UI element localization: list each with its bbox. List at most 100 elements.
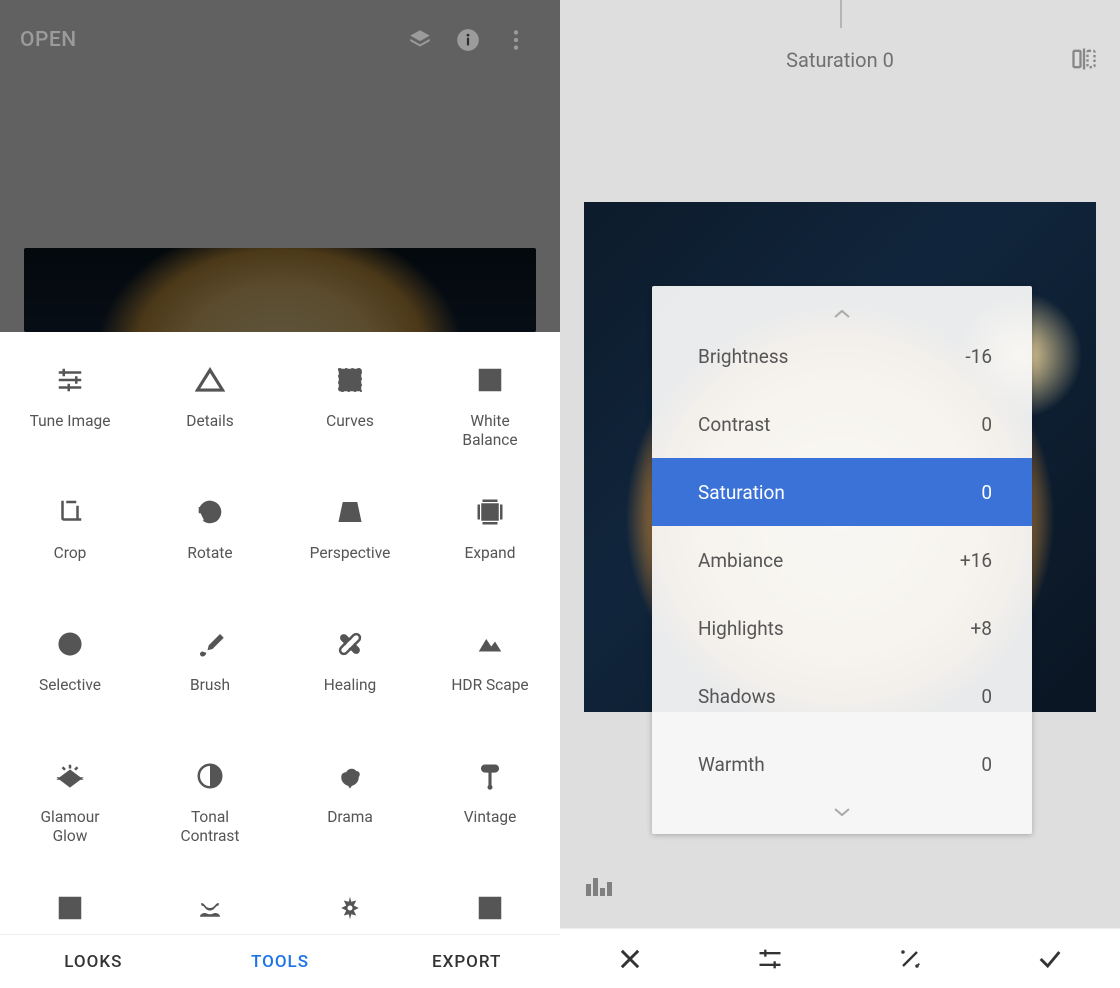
param-row-saturation[interactable]: Saturation0 xyxy=(652,458,1032,526)
layers-icon[interactable] xyxy=(396,16,444,64)
tab-export[interactable]: EXPORT xyxy=(373,935,560,988)
grunge-icon xyxy=(332,890,368,926)
details-icon xyxy=(192,362,228,398)
tool-label: Expand xyxy=(465,544,516,563)
tool-label: Details xyxy=(186,412,233,431)
tool-label: HDR Scape xyxy=(451,676,528,695)
tab-tools[interactable]: TOOLS xyxy=(187,935,374,988)
auto-magic-button[interactable] xyxy=(840,929,980,988)
tool-white-balance[interactable]: WB White Balance xyxy=(420,340,560,472)
compare-icon[interactable] xyxy=(1070,45,1098,77)
adjust-sliders-button[interactable] xyxy=(700,929,840,988)
param-value: 0 xyxy=(981,413,992,436)
svg-text:B: B xyxy=(491,382,497,392)
tool-tonal-contrast[interactable]: Tonal Contrast xyxy=(140,736,280,868)
tools-grid: Tune Image Details Curves WB White Balance Cr… xyxy=(0,332,560,934)
tool-label: Brush xyxy=(190,676,230,695)
tool-black-white[interactable] xyxy=(420,868,560,934)
param-row-brightness[interactable]: Brightness-16 xyxy=(652,322,1032,390)
tool-tune-image[interactable]: Tune Image xyxy=(0,340,140,472)
tool-label: Perspective xyxy=(310,544,391,563)
param-value: 0 xyxy=(981,481,992,504)
tonal-contrast-icon xyxy=(192,758,228,794)
param-row-contrast[interactable]: Contrast0 xyxy=(652,390,1032,458)
tool-healing[interactable]: Healing xyxy=(280,604,420,736)
param-row-highlights[interactable]: Highlights+8 xyxy=(652,594,1032,662)
histogram-icon[interactable] xyxy=(586,874,620,900)
tool-label: Vintage xyxy=(464,808,517,827)
parameters-popup[interactable]: Brightness-16Contrast0Saturation0Ambianc… xyxy=(652,286,1032,834)
info-icon[interactable] xyxy=(444,16,492,64)
param-name: Shadows xyxy=(698,685,981,708)
tool-label: Drama xyxy=(327,808,373,827)
tool-label: Rotate xyxy=(187,544,232,563)
tool-label: Tune Image xyxy=(30,412,111,431)
param-name: Saturation xyxy=(698,481,981,504)
white-balance-icon: WB xyxy=(472,362,508,398)
param-row-warmth[interactable]: Warmth0 xyxy=(652,730,1032,798)
rotate-icon xyxy=(192,494,228,530)
param-name: Ambiance xyxy=(698,549,960,572)
bottom-tabs: LOOKS TOOLS EXPORT xyxy=(0,934,560,988)
glamour-glow-icon xyxy=(52,758,88,794)
tool-label: Tonal Contrast xyxy=(180,808,239,847)
tool-drama[interactable]: Drama xyxy=(280,736,420,868)
expand-icon xyxy=(472,494,508,530)
adjustment-title: Saturation 0 xyxy=(560,48,1120,72)
hdr-scape-icon xyxy=(472,626,508,662)
param-value: 0 xyxy=(981,753,992,776)
tool-selective[interactable]: Selective xyxy=(0,604,140,736)
crop-icon xyxy=(52,494,88,530)
retrolux-icon xyxy=(192,890,228,926)
tool-expand[interactable]: Expand xyxy=(420,472,560,604)
grainy-film-icon xyxy=(52,890,88,926)
param-row-shadows[interactable]: Shadows0 xyxy=(652,662,1032,730)
healing-icon xyxy=(332,626,368,662)
tool-perspective[interactable]: Perspective xyxy=(280,472,420,604)
tool-crop[interactable]: Crop xyxy=(0,472,140,604)
overflow-menu-icon[interactable] xyxy=(492,16,540,64)
tool-vintage[interactable]: Vintage xyxy=(420,736,560,868)
tab-looks[interactable]: LOOKS xyxy=(0,935,187,988)
tool-label: Curves xyxy=(326,412,374,431)
param-name: Highlights xyxy=(698,617,971,640)
tool-label: Selective xyxy=(39,676,101,695)
param-value: +16 xyxy=(960,549,992,572)
param-value: -16 xyxy=(965,345,992,368)
black-white-icon xyxy=(472,890,508,926)
param-row-ambiance[interactable]: Ambiance+16 xyxy=(652,526,1032,594)
brush-icon xyxy=(192,626,228,662)
vintage-icon xyxy=(472,758,508,794)
right-pane: Saturation 0 Brightness-16Contrast0Satur… xyxy=(560,0,1120,988)
tool-label: White Balance xyxy=(462,412,517,451)
open-button[interactable]: OPEN xyxy=(20,28,77,52)
tool-rotate[interactable]: Rotate xyxy=(140,472,280,604)
tool-hdr-scape[interactable]: HDR Scape xyxy=(420,604,560,736)
right-topbar: Saturation 0 xyxy=(560,0,1120,118)
chevron-up-icon xyxy=(652,304,1032,318)
tool-brush[interactable]: Brush xyxy=(140,604,280,736)
tool-grunge[interactable] xyxy=(280,868,420,934)
param-name: Warmth xyxy=(698,753,981,776)
drama-icon xyxy=(332,758,368,794)
param-value: +8 xyxy=(971,617,992,640)
tune-image-icon xyxy=(52,362,88,398)
tool-curves[interactable]: Curves xyxy=(280,340,420,472)
selective-icon xyxy=(52,626,88,662)
tool-label: Crop xyxy=(54,544,87,563)
tool-retrolux[interactable] xyxy=(140,868,280,934)
right-bottom-bar xyxy=(560,928,1120,988)
cancel-button[interactable] xyxy=(560,929,700,988)
curves-icon xyxy=(332,362,368,398)
tool-grainy-film[interactable] xyxy=(0,868,140,934)
slider-center-tick xyxy=(840,0,842,28)
tool-label: Glamour Glow xyxy=(41,808,100,847)
tool-details[interactable]: Details xyxy=(140,340,280,472)
param-value: 0 xyxy=(981,685,992,708)
chevron-down-icon xyxy=(652,802,1032,816)
tool-glamour-glow[interactable]: Glamour Glow xyxy=(0,736,140,868)
param-name: Brightness xyxy=(698,345,965,368)
left-topbar: OPEN xyxy=(0,0,560,80)
perspective-icon xyxy=(332,494,368,530)
apply-button[interactable] xyxy=(980,929,1120,988)
